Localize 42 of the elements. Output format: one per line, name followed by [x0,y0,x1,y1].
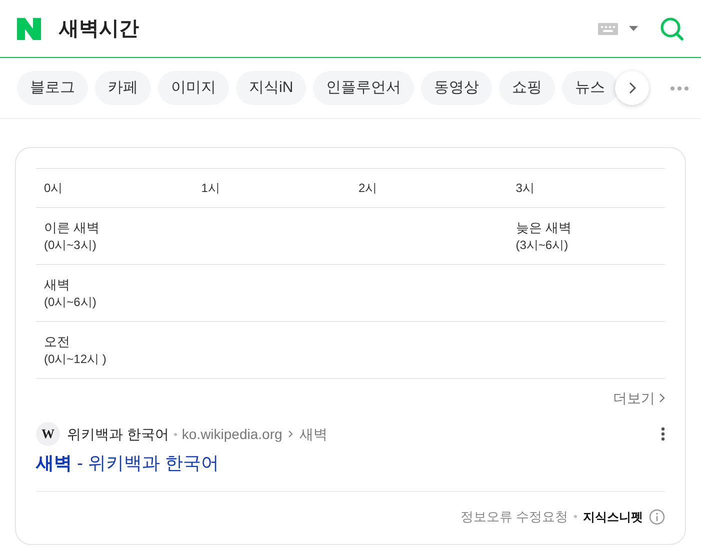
tab-chip[interactable]: 이미지 [158,71,229,105]
search-query[interactable]: 새벽시간 [59,14,139,44]
chevron-right-icon [628,82,636,94]
source-url[interactable]: ko.wikipedia.org [182,424,282,444]
more-icon[interactable] [670,86,689,91]
column-header: 2시 [358,181,378,195]
report-error-link[interactable]: 정보오류 수정요청 [460,507,568,526]
search-icon[interactable] [660,16,684,40]
period-range: (3시~6시) [516,237,568,253]
more-link[interactable]: 더보기 [613,388,665,408]
keyboard-icon[interactable] [598,22,618,34]
chevron-right-icon [659,393,665,403]
column-header: 1시 [201,181,220,195]
period-name: 이른 새벽 [44,219,100,237]
tab-chip[interactable]: 카페 [95,71,151,105]
tab-chip[interactable]: 인플루언서 [313,71,414,105]
scroll-right-button[interactable] [615,71,649,105]
kebab-menu-icon[interactable] [661,427,665,441]
separator-dot [174,432,177,436]
favicon: W [36,422,60,446]
column-header: 3시 [516,181,534,195]
tab-chip[interactable]: 뉴스 [562,71,618,105]
separator-dot [574,515,577,518]
logo-icon[interactable] [17,18,41,40]
period-name: 늦은 새벽 [516,219,572,237]
brand-label: 지식스니펫 [583,508,643,526]
result-title-link[interactable]: 새벽 - 위키백과 한국어 [36,453,219,473]
tab-chip[interactable]: 블로그 [17,71,88,105]
period-range: (0시~12시 ) [44,351,106,367]
info-icon[interactable] [649,508,665,525]
tab-chip[interactable]: 동영상 [421,71,492,105]
tab-chip[interactable]: 쇼핑 [499,71,556,105]
period-name: 새벽 [44,276,70,294]
period-range: (0시~6시) [44,294,96,310]
column-header: 0시 [44,181,63,195]
caret-icon[interactable] [629,26,638,31]
tab-chip[interactable]: 지식iN [236,71,306,105]
breadcrumb-icon [288,430,294,438]
source-path[interactable]: 새벽 [299,424,328,444]
period-name: 오전 [44,333,70,351]
source-name[interactable]: 위키백과 한국어 [67,424,169,444]
period-range: (0시~3시) [44,237,96,253]
